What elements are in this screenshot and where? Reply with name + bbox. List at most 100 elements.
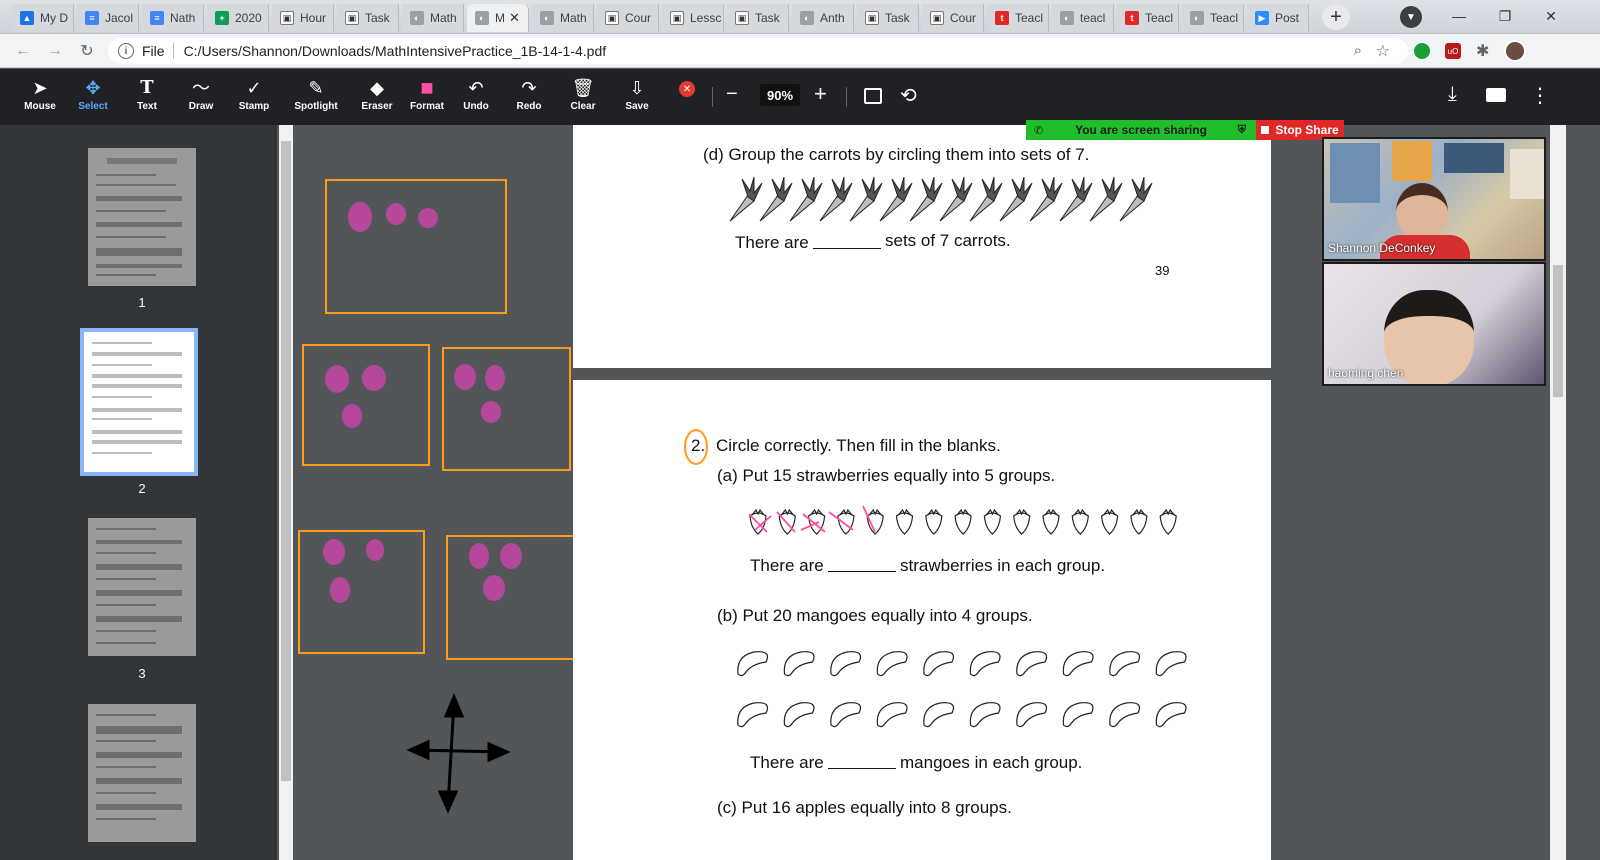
tool-eraser[interactable]: ◆ Eraser [352,77,402,119]
thumbnail-page-4[interactable] [88,704,196,842]
url-omnibox[interactable]: i File C:/Users/Shannon/Downloads/MathIn… [108,38,1408,64]
screen-sharing-banner[interactable]: ✆ You are screen sharing ⛨ [1026,120,1256,140]
forward-arrow-icon[interactable]: → [44,40,66,62]
browser-tab[interactable]: ◐ Math [402,4,464,32]
profile-avatar[interactable] [1504,40,1526,62]
video-tile-haoming[interactable]: haoming chen [1322,262,1546,386]
answer-b-blank[interactable] [828,768,896,769]
answer-b-pre: There are [750,753,824,772]
tool-select[interactable]: ✥ Select [68,77,118,119]
close-tab-icon[interactable]: ✕ [509,10,520,26]
carrot [969,176,1003,222]
download-icon[interactable]: ⤓ [1448,83,1457,106]
zoom-out-button[interactable]: − [726,83,738,106]
mango [1109,702,1141,728]
thumbnail-scrollbar-thumb[interactable] [281,141,291,781]
reload-icon[interactable]: ↻ [76,40,98,62]
restore-button[interactable]: ❐ [1482,0,1528,32]
extensions-puzzle-icon[interactable]: ✱ [1476,41,1489,61]
annotation-box[interactable] [325,179,507,314]
answer-a-blank[interactable] [828,571,896,572]
tool-format[interactable]: ■ Format [402,77,452,119]
browser-tab[interactable]: +2020 [207,4,269,32]
browser-tab[interactable]: t Teacl [1117,4,1179,32]
mango [1016,651,1048,677]
stop-square-icon [1261,126,1270,134]
info-icon[interactable]: i [118,43,134,59]
sharing-status-text: You are screen sharing [1075,123,1207,137]
browser-tab[interactable]: ▣ Task [727,4,789,32]
tab-search-icon[interactable]: ▼ [1400,6,1422,28]
browser-tab[interactable]: t Teacl [987,4,1049,32]
annotation-box[interactable] [302,344,430,466]
bookmark-star-icon[interactable]: ☆ [1376,41,1390,61]
move-arrows-icon[interactable] [406,693,511,814]
annotation-box[interactable] [298,530,425,654]
browser-tab[interactable]: ▣ Cour [922,4,984,32]
browser-tab[interactable]: ◐ M ✕ [467,4,529,32]
browser-tab[interactable]: ▣ Task [857,4,919,32]
sheets-icon: + [215,11,229,25]
strawberry [1130,508,1148,535]
document-scrollbar-thumb[interactable] [1553,265,1563,397]
browser-tab[interactable]: ≡ Nath [142,4,204,32]
tool-undo[interactable]: ↶ Undo [451,77,501,119]
browser-tab[interactable]: ▣ Hour [272,4,334,32]
thumbnail-page-3[interactable] [88,518,196,656]
answer-b-post: mangoes in each group. [900,753,1083,772]
thumbnail-page-2[interactable] [80,328,198,476]
browser-tab[interactable]: ▣ Task [337,4,399,32]
back-arrow-icon[interactable]: ← [12,40,34,62]
tool-mouse[interactable]: ➤ Mouse [15,77,65,119]
rotate-icon[interactable]: ⟲ [900,83,917,108]
document-scrollbar[interactable] [1550,125,1566,860]
zoom-level-field[interactable]: 90% [760,84,800,106]
browser-tab[interactable]: ▣ Lessc [662,4,724,32]
tool-draw[interactable]: 〜 Draw [176,77,226,119]
extension-green-icon[interactable] [1414,43,1430,59]
annotation-box[interactable] [442,347,571,471]
carrot [1029,176,1063,222]
browser-tab[interactable]: ▶ Post [1247,4,1309,32]
text-t-icon: T [140,77,154,98]
tool-stamp[interactable]: ✓ Stamp [229,77,279,119]
tool-clear[interactable]: 🗑 Clear [558,77,608,119]
print-icon[interactable] [1486,88,1506,102]
close-annotation-icon[interactable]: ✕ [679,81,695,97]
annotation-box[interactable] [446,535,579,660]
tool-spotlight[interactable]: ✎ Spotlight [291,77,341,119]
mango [876,702,908,728]
mango [969,702,1001,728]
close-window-button[interactable]: ✕ [1528,0,1574,32]
address-bar: ← → ↻ i File C:/Users/Shannon/Downloads/… [0,34,1600,68]
zoom-in-button[interactable]: + [814,81,827,107]
browser-tab[interactable]: ▣ Cour [597,4,659,32]
browser-tab[interactable]: ◐ Anth [792,4,854,32]
new-tab-button[interactable]: + [1322,4,1350,30]
browser-tab[interactable]: ◐ teacl [1052,4,1114,32]
drive-icon: ▲ [20,11,34,25]
fit-page-icon[interactable] [864,88,882,104]
tpt-icon: t [995,11,1009,25]
tool-label: Save [625,101,649,112]
ublock-icon[interactable]: uO [1445,43,1461,59]
minimize-button[interactable]: — [1436,0,1482,32]
question-c-prompt: (c) Put 16 apples equally into 8 groups. [717,798,1012,817]
browser-tab[interactable]: ▲ My D [12,4,74,32]
answer-d-blank[interactable] [813,248,881,249]
thumbnail-number: 2 [138,481,146,496]
more-options-icon[interactable]: ⋮ [1530,83,1550,108]
zoom-magnifier-icon[interactable]: ⌕ [1354,42,1362,59]
browser-tab[interactable]: ◐ Teacl [1182,4,1244,32]
tool-text[interactable]: T Text [122,77,172,119]
thumbnail-scrollbar[interactable] [279,125,293,860]
strawberry [1042,508,1060,535]
tool-redo[interactable]: ↷ Redo [504,77,554,119]
thumbnail-number: 1 [138,295,146,310]
browser-tab[interactable]: ◐ Math [532,4,594,32]
video-tile-shannon[interactable]: Shannon DeConkey [1322,137,1546,261]
thumbnail-page-1[interactable] [88,148,196,286]
thumbnail-number: 3 [138,666,146,681]
browser-tab[interactable]: ≡ Jacol [77,4,139,32]
tool-save[interactable]: ⇩ Save [612,77,662,119]
